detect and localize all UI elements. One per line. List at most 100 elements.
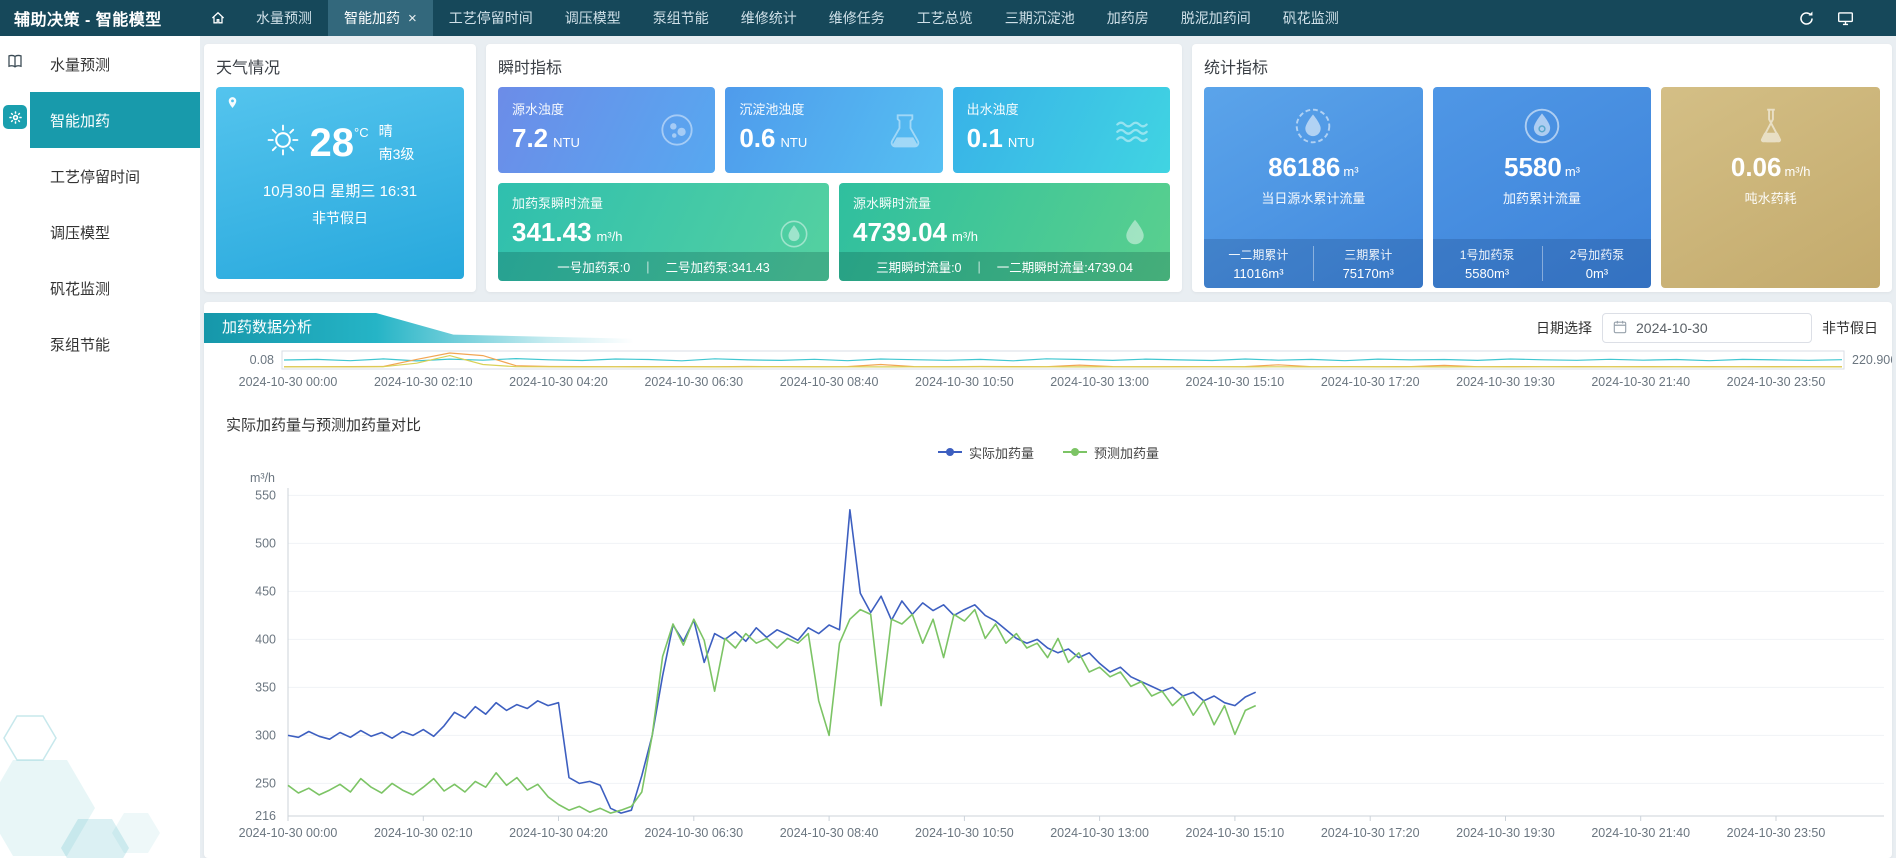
tab-12[interactable]: 矾花监测	[1267, 0, 1355, 36]
stat-card-2: 5580m³ 加药累计流量 1号加药泵5580m³2号加药泵0m³	[1433, 87, 1652, 288]
tab-4[interactable]: 调压模型	[549, 0, 637, 36]
fullscreen-icon	[1837, 10, 1854, 27]
legend-item-1[interactable]: 实际加药量	[937, 443, 1034, 462]
beaker-icon	[883, 108, 927, 152]
weather-condition: 晴	[379, 121, 393, 141]
svg-text:2024-10-30 23:50: 2024-10-30 23:50	[1727, 375, 1826, 389]
tab-label: 泵组节能	[653, 8, 709, 28]
tab-6[interactable]: 维修统计	[725, 0, 813, 36]
footer-cell: 2号加药泵0m³	[1542, 246, 1652, 281]
card-label: 吨水药耗	[1661, 188, 1880, 207]
sun-icon	[266, 123, 300, 162]
card-value: 4739.04m³/h	[853, 219, 1156, 245]
app-title: 辅助决策 - 智能模型	[0, 6, 200, 30]
card-footer: 一号加药泵:0|二号加药泵:341.43	[498, 252, 829, 281]
svg-text:2024-10-30 06:30: 2024-10-30 06:30	[644, 826, 743, 840]
module-model-button[interactable]	[3, 105, 27, 129]
home-icon	[210, 10, 226, 26]
tab-label: 调压模型	[565, 8, 621, 28]
card-unit: m³	[1343, 164, 1358, 179]
footer-divider: |	[978, 260, 981, 274]
svg-text:m³/h: m³/h	[250, 471, 275, 485]
chart-legend: 实际加药量 预测加药量	[204, 443, 1892, 462]
footer-label: 1号加药泵	[1433, 246, 1542, 263]
stats-panel: 统计指标 86186m³当日源水累计流量一二期累计11016m³三期累计7517…	[1192, 44, 1892, 292]
footer-divider: |	[646, 260, 649, 274]
sidebar-item-label: 泵组节能	[50, 334, 110, 355]
footer-label: 三期累计	[1314, 246, 1423, 263]
instant-card-1: 源水浊度7.2NTU	[498, 87, 715, 173]
sidebar-item-1[interactable]: 水量预测	[30, 36, 200, 92]
legend-label: 实际加药量	[969, 443, 1034, 462]
sidebar-item-6[interactable]: 泵组节能	[30, 316, 200, 372]
tab-7[interactable]: 维修任务	[813, 0, 901, 36]
weather-card: 28 °C 晴 南3级 10月30日 星期三 16:31 非节假日	[216, 87, 464, 279]
sidebar-item-3[interactable]: 工艺停留时间	[30, 148, 200, 204]
tab-3[interactable]: 工艺停留时间	[433, 0, 549, 36]
svg-text:2024-10-30 13:00: 2024-10-30 13:00	[1050, 375, 1149, 389]
svg-text:2024-10-30 21:40: 2024-10-30 21:40	[1591, 375, 1690, 389]
tab-1[interactable]: 水量预测	[240, 0, 328, 36]
instant-wide-card-2: 源水瞬时流量4739.04m³/h三期瞬时流量:0|一二期瞬时流量:4739.0…	[839, 183, 1170, 281]
footer-value: 0m³	[1543, 266, 1652, 281]
date-value: 2024-10-30	[1636, 320, 1708, 336]
stat-card-1: 86186m³当日源水累计流量一二期累计11016m³三期累计75170m³	[1204, 87, 1423, 288]
sidebar-item-4[interactable]: 调压模型	[30, 204, 200, 260]
footer-cell: 一二期累计11016m³	[1204, 246, 1313, 281]
svg-text:2024-10-30 19:30: 2024-10-30 19:30	[1456, 375, 1555, 389]
tab-label: 维修统计	[741, 8, 797, 28]
card-unit: NTU	[553, 135, 580, 150]
module-book-button[interactable]	[6, 52, 24, 75]
svg-text:2024-10-30 10:50: 2024-10-30 10:50	[915, 375, 1014, 389]
card-label: 加药泵瞬时流量	[512, 193, 815, 212]
temperature-value: 28	[310, 123, 355, 163]
tab-label: 三期沉淀池	[1005, 8, 1075, 28]
chart-title: 实际加药量与预测加药量对比	[226, 414, 1892, 435]
tab-label: 脱泥加药间	[1181, 8, 1251, 28]
date-picker[interactable]: 2024-10-30	[1602, 313, 1812, 343]
card-value: 5580m³	[1433, 153, 1652, 182]
bubbles-icon	[655, 108, 699, 152]
weather-holiday: 非节假日	[216, 208, 464, 228]
tab-2[interactable]: 智能加药×	[328, 0, 433, 36]
weather-temp-row: 28 °C 晴 南3级	[216, 87, 464, 164]
stats-panel-title: 统计指标	[1204, 54, 1880, 78]
analysis-ribbon-title: 加药数据分析	[222, 319, 312, 336]
temperature-unit: °C	[354, 125, 369, 140]
refresh-button[interactable]	[1798, 10, 1815, 27]
tab-9[interactable]: 三期沉淀池	[989, 0, 1091, 36]
svg-text:216: 216	[255, 809, 276, 823]
tab-5[interactable]: 泵组节能	[637, 0, 725, 36]
svg-text:2024-10-30 23:50: 2024-10-30 23:50	[1727, 826, 1826, 840]
svg-text:2024-10-30 15:10: 2024-10-30 15:10	[1186, 375, 1285, 389]
svg-text:220.906: 220.906	[1852, 353, 1892, 367]
sidebar-item-2[interactable]: 智能加药	[30, 92, 200, 148]
footer-cell: 1号加药泵5580m³	[1433, 246, 1542, 281]
svg-text:2024-10-30 04:20: 2024-10-30 04:20	[509, 826, 608, 840]
instant-card-2: 沉淀池浊度0.6NTU	[725, 87, 942, 173]
footer-value: 11016m³	[1204, 266, 1313, 281]
card-unit: NTU	[1008, 135, 1035, 150]
svg-text:2024-10-30 04:20: 2024-10-30 04:20	[509, 375, 608, 389]
home-button[interactable]	[200, 0, 236, 36]
card-footer: 三期瞬时流量:0|一二期瞬时流量:4739.04	[839, 252, 1170, 281]
module-iconbar	[0, 36, 30, 858]
tab-10[interactable]: 加药房	[1091, 0, 1165, 36]
weather-condition-col: 晴 南3级	[379, 121, 415, 164]
tab-11[interactable]: 脱泥加药间	[1165, 0, 1267, 36]
tab-label: 水量预测	[256, 8, 312, 28]
card-label: 加药累计流量	[1433, 188, 1652, 207]
topbar: 辅助决策 - 智能模型 水量预测智能加药×工艺停留时间调压模型 泵组节能 维修统计维…	[0, 0, 1896, 36]
tab-8[interactable]: 工艺总览	[901, 0, 989, 36]
card-value: 341.43m³/h	[512, 219, 815, 245]
legend-item-2[interactable]: 预测加药量	[1062, 443, 1159, 462]
fullscreen-button[interactable]	[1837, 10, 1854, 27]
instant-small-cards: 源水浊度7.2NTU沉淀池浊度0.6NTU出水浊度0.1NTU	[498, 87, 1170, 173]
svg-text:2024-10-30 02:10: 2024-10-30 02:10	[374, 826, 473, 840]
droplet-ring-icon	[1290, 103, 1336, 149]
tab-close-icon[interactable]: ×	[408, 10, 417, 27]
datazoom-chart[interactable]: 0.08220.9062024-10-30 00:002024-10-30 02…	[204, 350, 1892, 390]
sidebar-item-label: 智能加药	[50, 110, 110, 131]
sidebar-item-5[interactable]: 矾花监测	[30, 260, 200, 316]
app: 辅助决策 - 智能模型 水量预测智能加药×工艺停留时间调压模型泵组节能维修统计维…	[0, 0, 1896, 858]
